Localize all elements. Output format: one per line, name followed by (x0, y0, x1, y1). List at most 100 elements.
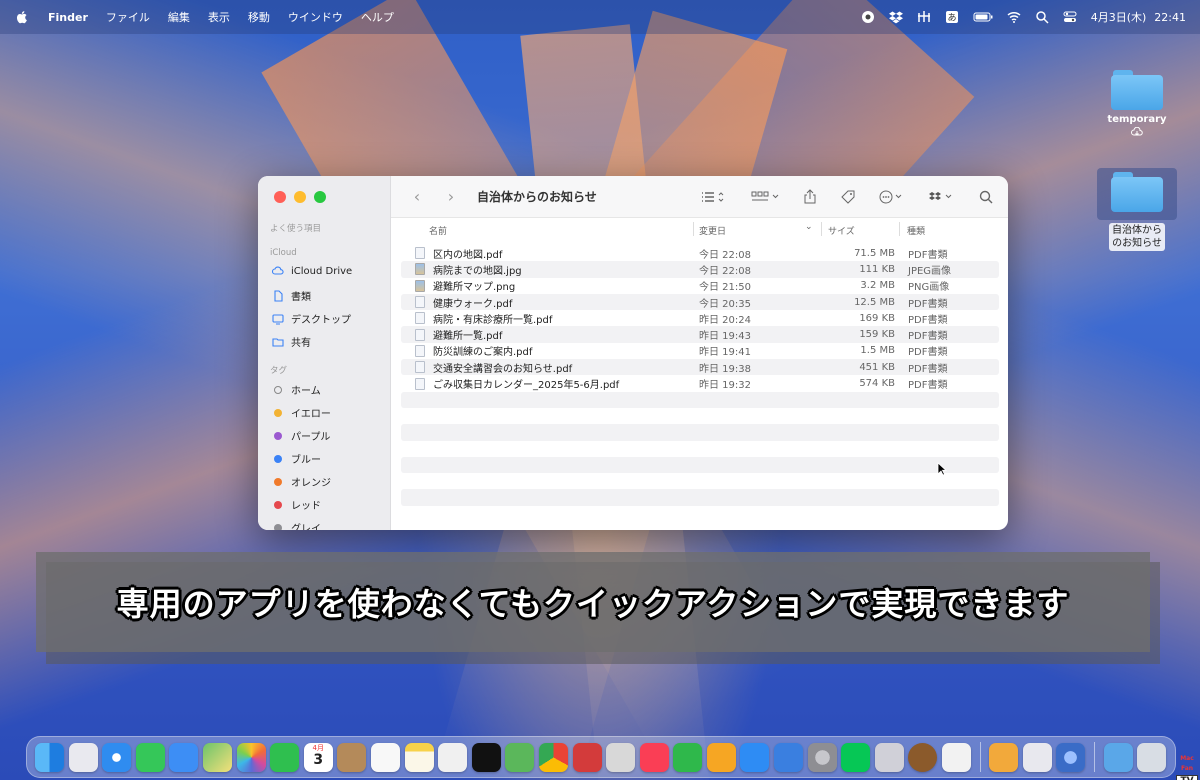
wifi-icon[interactable] (1007, 10, 1021, 24)
dock-launchpad-icon[interactable] (68, 742, 98, 772)
dock-chatgpt-icon[interactable] (942, 742, 972, 772)
dropbox-icon[interactable] (888, 10, 903, 24)
column-kind[interactable]: 種類 (907, 224, 925, 237)
dock-contacts-icon[interactable] (337, 742, 367, 772)
logo-box: TV (1176, 775, 1198, 780)
sidebar-tag-purple[interactable]: パープル (272, 428, 330, 443)
file-row[interactable]: 避難所マップ.png 今日 21:50 3.2 MB PNG画像 (401, 278, 999, 294)
dock-music-icon[interactable] (639, 742, 669, 772)
dock-acorn-icon[interactable] (908, 742, 938, 772)
tag-icon[interactable] (840, 189, 856, 205)
dock-chrome-icon[interactable] (538, 742, 568, 772)
forward-button[interactable]: › (443, 187, 459, 206)
sidebar-item-shared[interactable]: 共有 (272, 334, 311, 349)
group-icon[interactable] (750, 189, 780, 205)
battery-icon[interactable] (973, 10, 993, 24)
dock-trash-icon[interactable] (1137, 742, 1167, 772)
apple-menu-icon[interactable] (14, 9, 30, 25)
spotlight-search-icon[interactable] (1035, 10, 1049, 24)
pdf-file-icon (415, 361, 425, 374)
search-icon[interactable] (978, 189, 994, 205)
dropbox-icon[interactable] (928, 189, 956, 205)
sidebar-tag-blue[interactable]: ブルー (272, 451, 321, 466)
sidebar-item-documents[interactable]: 書類 (272, 288, 311, 303)
column-size[interactable]: サイズ (828, 224, 855, 237)
dock-facetime-icon[interactable] (270, 742, 300, 772)
file-row[interactable]: ごみ収集日カレンダー_2025年5-6月.pdf 昨日 19:32 574 KB PD… (401, 375, 999, 391)
dock-photo-booth-icon[interactable] (572, 742, 602, 772)
tag-dot (274, 500, 282, 509)
file-row[interactable]: 病院・有床診療所一覧.pdf 昨日 20:24 169 KB PDF書類 (401, 310, 999, 326)
close-button[interactable] (274, 191, 286, 203)
dock-freeform-icon[interactable] (438, 742, 468, 772)
dock-numbers-icon[interactable] (673, 742, 703, 772)
file-name: ごみ収集日カレンダー_2025年5-6月.pdf (433, 380, 620, 392)
empty-row (401, 408, 999, 424)
menu-file[interactable]: ファイル (106, 9, 150, 25)
column-name[interactable]: 名前 (429, 224, 447, 237)
file-row[interactable]: 区内の地図.pdf 今日 22:08 71.5 MB PDF書類 (401, 245, 999, 261)
control-center-icon[interactable] (1063, 10, 1077, 24)
menu-app-name[interactable]: Finder (48, 11, 88, 24)
file-row[interactable]: 病院までの地図.jpg 今日 22:08 111 KB JPEG画像 (401, 261, 999, 278)
dock-app-store-icon[interactable] (740, 742, 770, 772)
sidebar-tag-gray[interactable]: グレイ (272, 520, 321, 530)
dock-finder-icon[interactable] (35, 742, 64, 772)
dock-quicktime-icon[interactable] (1056, 742, 1086, 772)
file-size: 71.5 MB (854, 247, 895, 259)
back-button[interactable]: ‹ (409, 187, 425, 206)
sidebar-tag-orange[interactable]: オレンジ (272, 474, 331, 489)
dock-line-icon[interactable] (841, 742, 871, 772)
sidebar-tag-yellow[interactable]: イエロー (272, 405, 331, 420)
dock-iphone-mirroring-icon[interactable] (874, 742, 904, 772)
sidebar-item-desktop[interactable]: デスクトップ (272, 311, 351, 326)
file-row[interactable]: 避難所一覧.pdf 昨日 19:43 159 KB PDF書類 (401, 326, 999, 343)
file-row[interactable]: 防災訓練のご案内.pdf 昨日 19:41 1.5 MB PDF書類 (401, 343, 999, 359)
menu-help[interactable]: ヘルプ (361, 9, 394, 25)
bridge-icon[interactable] (917, 10, 931, 24)
dock-xcode-icon[interactable] (774, 742, 804, 772)
menu-edit[interactable]: 編集 (168, 9, 190, 25)
input-method-icon[interactable]: あ (945, 10, 959, 24)
dock-preview-icon[interactable] (606, 742, 636, 772)
dock-numbers-like-icon[interactable] (505, 742, 535, 772)
zoom-button[interactable] (314, 191, 326, 203)
column-date[interactable]: 変更日 (699, 224, 726, 237)
dock-calendar-icon[interactable]: 4月 3 (303, 742, 333, 772)
file-row[interactable]: 健康ウォーク.pdf 今日 20:35 12.5 MB PDF書類 (401, 293, 999, 311)
file-date: 今日 21:50 (699, 282, 751, 294)
dock-tv-icon[interactable] (471, 742, 501, 772)
desktop-folder-temporary[interactable]: temporary (1097, 70, 1177, 140)
record-icon[interactable] (861, 10, 875, 24)
sidebar-tag-red[interactable]: レッド (272, 497, 321, 512)
dock-maps-icon[interactable] (202, 742, 232, 772)
menu-view[interactable]: 表示 (208, 9, 230, 25)
sidebar-tag-home[interactable]: ホーム (272, 382, 321, 397)
file-row[interactable]: 交通安全講習会のお知らせ.pdf 昨日 19:38 451 KB PDF書類 (401, 359, 999, 376)
file-date: 昨日 19:43 (699, 331, 751, 343)
menu-time[interactable]: 22:41 (1154, 11, 1186, 24)
dock-system-settings-icon[interactable] (807, 742, 837, 772)
file-kind: PDF書類 (908, 347, 948, 359)
menu-date[interactable]: 4月3日(木) (1091, 9, 1147, 25)
desktop-folder-municipal[interactable]: 自治体からのお知らせ (1097, 168, 1177, 251)
file-kind: PDF書類 (908, 380, 948, 392)
share-icon[interactable] (802, 188, 818, 205)
dock-reminders-icon[interactable] (370, 742, 400, 772)
dock-screen-sharing-icon[interactable] (1022, 742, 1052, 772)
menu-window[interactable]: ウインドウ (288, 9, 343, 25)
dock-mail-icon[interactable] (169, 742, 199, 772)
dock-pixelmator-icon[interactable] (989, 742, 1019, 772)
file-name: 病院までの地図.jpg (433, 265, 522, 277)
dock-notes-icon[interactable] (404, 742, 434, 772)
list-view-icon[interactable] (700, 189, 728, 205)
sidebar-item-icloud-drive[interactable]: iCloud Drive (272, 265, 352, 277)
minimize-button[interactable] (294, 191, 306, 203)
dock-messages-icon[interactable] (135, 742, 165, 772)
dock-safari-icon[interactable] (102, 742, 132, 772)
dock-pages-icon[interactable] (706, 742, 736, 772)
dock-photos-icon[interactable] (236, 742, 266, 772)
more-actions-icon[interactable] (878, 189, 906, 205)
dock-downloads-icon[interactable] (1103, 742, 1133, 772)
menu-go[interactable]: 移動 (248, 9, 270, 25)
